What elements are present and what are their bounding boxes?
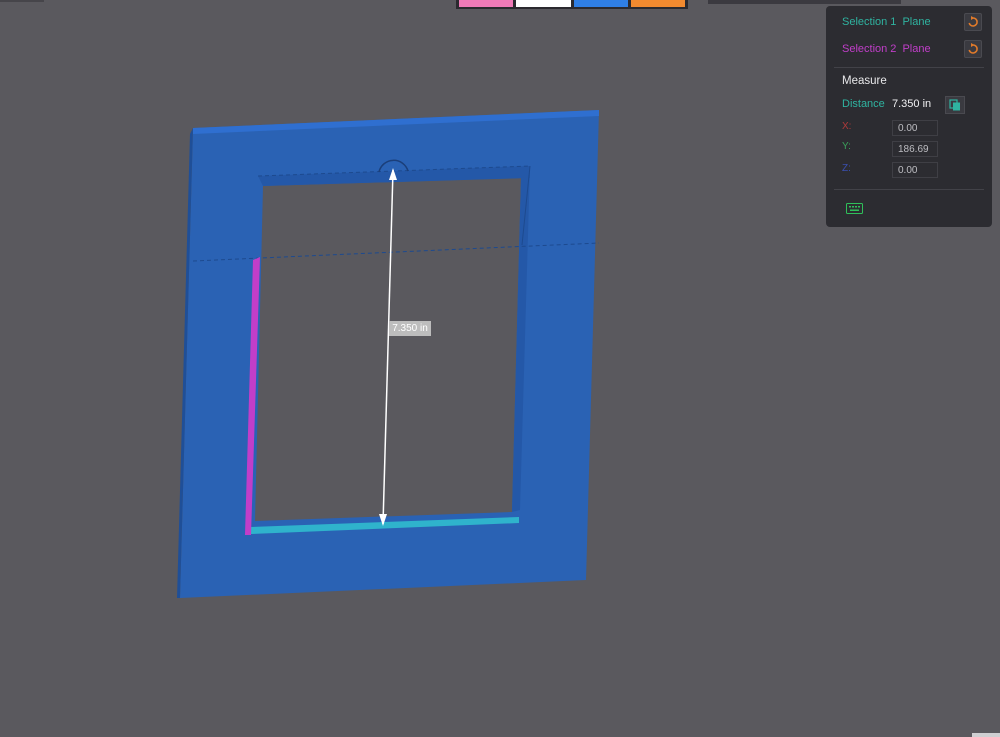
corner-handle <box>972 733 1000 737</box>
reset-icon <box>968 43 978 54</box>
panel-divider <box>834 189 984 190</box>
distance-label: Distance <box>842 98 885 110</box>
selection2-reset-button[interactable] <box>964 40 982 58</box>
x-label: X: <box>842 121 852 132</box>
panel-divider <box>834 67 984 68</box>
distance-value: 7.350 in <box>892 98 932 110</box>
keyboard-button[interactable] <box>844 201 864 215</box>
y-value-field[interactable] <box>892 141 938 157</box>
z-label: Z: <box>842 163 851 174</box>
measure-title: Measure <box>842 75 887 87</box>
3d-viewport[interactable]: 7.350 in Selection 1 Plane Selection 2 P… <box>0 0 1000 737</box>
swatch-orange[interactable] <box>630 0 685 7</box>
z-value-field[interactable] <box>892 162 938 178</box>
copy-icon <box>949 99 960 111</box>
y-label: Y: <box>842 141 851 152</box>
color-swatch-bar <box>456 0 688 9</box>
swatch-white[interactable] <box>516 0 571 7</box>
keyboard-icon <box>845 202 863 214</box>
copy-distance-button[interactable] <box>945 96 965 114</box>
dimension-label: 7.350 in <box>389 321 431 336</box>
selection2-label: Selection 2 <box>842 43 897 55</box>
reset-icon <box>968 16 978 27</box>
selection2-type: Plane <box>902 43 931 55</box>
swatch-blue[interactable] <box>573 0 628 7</box>
swatch-pink[interactable] <box>459 0 514 7</box>
selection1-reset-button[interactable] <box>964 13 982 31</box>
measure-panel: Selection 1 Plane Selection 2 Plane Meas… <box>826 6 992 227</box>
selection2-row[interactable]: Selection 2 Plane <box>842 40 982 58</box>
selection1-label: Selection 1 <box>842 16 897 28</box>
selection1-row[interactable]: Selection 1 Plane <box>842 13 982 31</box>
x-value-field[interactable] <box>892 120 938 136</box>
selection1-type: Plane <box>902 16 931 28</box>
